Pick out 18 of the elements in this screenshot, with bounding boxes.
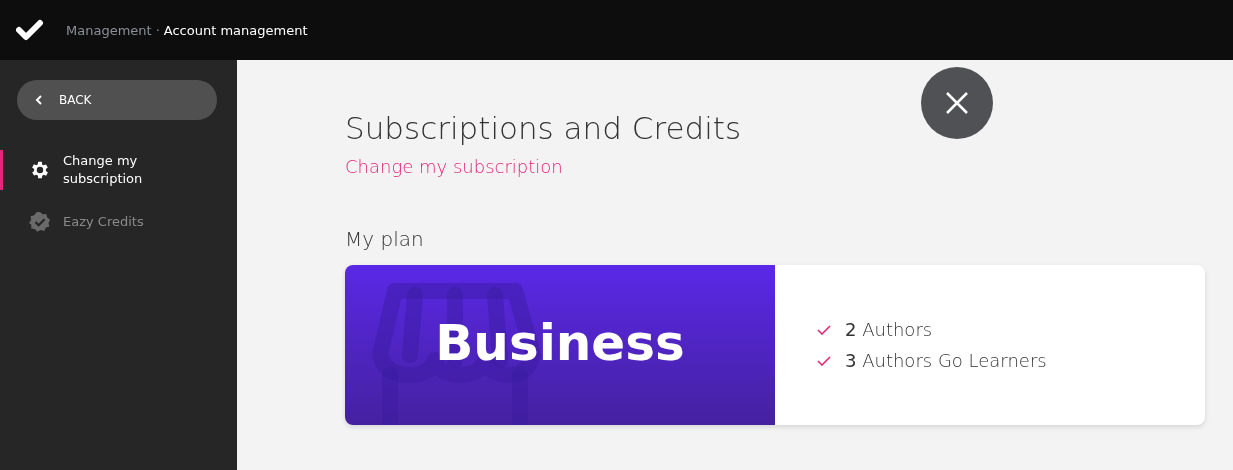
breadcrumb-separator: ·	[155, 22, 160, 38]
plan-name: Business	[435, 313, 685, 372]
check-logo-icon[interactable]	[16, 19, 44, 41]
check-badge-icon	[29, 211, 51, 233]
change-subscription-link[interactable]: Change my subscription	[345, 156, 563, 177]
section-title: My plan	[345, 227, 425, 251]
check-icon	[817, 324, 831, 335]
close-icon	[945, 91, 969, 115]
check-icon	[817, 355, 831, 366]
back-button[interactable]: BACK	[17, 80, 217, 120]
plan-feature: 3 Authors Go Learners	[845, 350, 1047, 371]
chevron-left-icon	[35, 94, 43, 106]
page-title: Subscriptions and Credits	[345, 110, 743, 146]
sidebar-item[interactable]: Eazy Credits	[0, 202, 237, 242]
breadcrumb-link[interactable]: Management	[66, 22, 152, 38]
gear-icon	[29, 159, 51, 181]
breadcrumb-current: Account management	[163, 22, 308, 38]
plan-feature: 2 Authors	[845, 319, 933, 340]
